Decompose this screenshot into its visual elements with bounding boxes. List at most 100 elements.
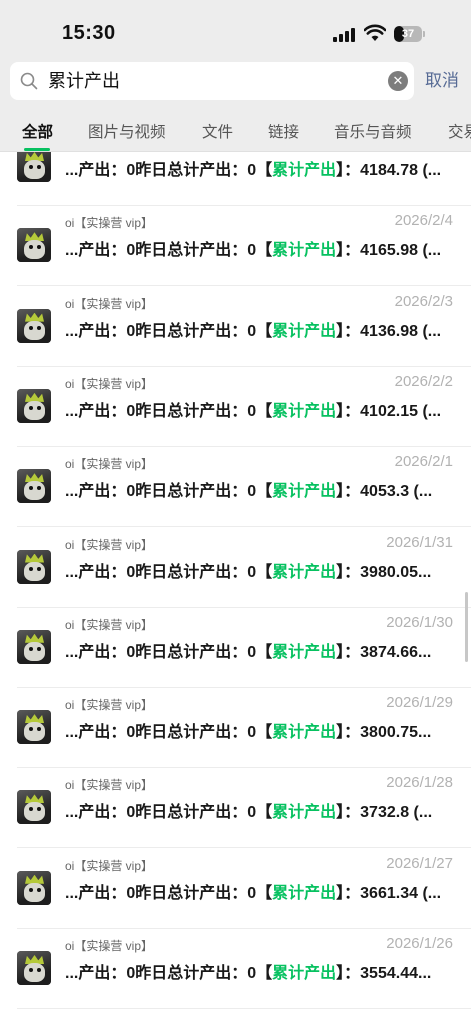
message-date: 2026/1/29 — [386, 694, 453, 712]
wifi-icon — [364, 24, 386, 41]
sender-name: oi【实操营 vip】 — [65, 858, 154, 873]
result-row[interactable]: oi【实操营 vip】 2026/2/1 ...产出：0昨日总计产出：0【累计产出】… — [0, 447, 471, 528]
snippet-prefix: ...产出：0昨日总计产出：0【 — [65, 402, 273, 420]
keyword-highlight: 累计产出 — [272, 322, 337, 340]
snippet-prefix: ...产出：0昨日总计产出：0【 — [65, 563, 273, 581]
result-row[interactable]: oi【实操营 vip】 2026/1/30 ...产出：0昨日总计产出：0【累计产出… — [0, 608, 471, 688]
keyword-highlight: 累计产出 — [272, 804, 337, 822]
message-date: 2026/1/26 — [386, 935, 453, 952]
message-date: 2026/1/31 — [386, 533, 453, 551]
message-snippet: ...产出：0昨日总计产出：0【累计产出】：3980.05... — [65, 558, 457, 582]
sender-name: oi【实操营 vip】 — [65, 617, 154, 632]
result-row[interactable]: oi【实操营 vip】 2026/2/2 ...产出：0昨日总计产出：0【累计产出】… — [0, 367, 471, 447]
snippet-prefix: ...产出：0昨日总计产出：0【 — [65, 483, 273, 501]
avatar[interactable] — [17, 388, 51, 423]
avatar[interactable] — [17, 710, 51, 745]
result-row[interactable]: oi【实操营 vip】 2026/1/27 ...产出：0昨日总计产出：0【累计产出… — [0, 849, 471, 929]
sender-name: oi【实操营 vip】 — [65, 778, 154, 793]
snippet-suffix: 】：4102.15 (... — [336, 402, 442, 420]
avatar[interactable] — [17, 308, 51, 343]
snippet-prefix: ...产出：0昨日总计产出：0【 — [65, 162, 273, 179]
snippet-suffix: 】：3554.44... — [336, 965, 432, 982]
tab-all[interactable]: 全部 — [22, 120, 53, 142]
divider — [17, 1008, 471, 1009]
snippet-suffix: 】：3732.8 (... — [336, 804, 433, 822]
status-bar: 15:30 37 — [0, 0, 471, 56]
avatar[interactable] — [17, 549, 51, 584]
message-date: 2026/2/1 — [394, 453, 453, 471]
scrollbar[interactable] — [465, 592, 468, 662]
snippet-suffix: 】：4136.98 (... — [336, 322, 442, 340]
snippet-suffix: 】：3661.34 (... — [336, 884, 442, 902]
tab-images-videos[interactable]: 图片与视频 — [88, 120, 166, 142]
search-input[interactable] — [48, 62, 378, 100]
sender-name: oi【实操营 vip】 — [65, 376, 154, 391]
status-time: 15:30 — [62, 22, 116, 44]
avatar[interactable] — [17, 629, 51, 664]
snippet-prefix: ...产出：0昨日总计产出：0【 — [65, 965, 273, 982]
sender-name: oi【实操营 vip】 — [65, 537, 154, 552]
message-snippet: ...产出：0昨日总计产出：0【累计产出】：3732.8 (... — [65, 798, 457, 822]
snippet-suffix: 】：4053.3 (... — [336, 483, 433, 501]
avatar[interactable] — [17, 228, 51, 263]
sender-name: oi【实操营 vip】 — [65, 216, 154, 231]
result-row[interactable]: oi【实操营 vip】 2026/2/3 ...产出：0昨日总计产出：0【累计产出】… — [0, 287, 471, 367]
message-date: 2026/2/3 — [394, 292, 453, 310]
message-date: 2026/2/4 — [394, 212, 453, 230]
result-row[interactable]: oi【实操营 vip】 2026/1/26 ...产出：0昨日总计产出：0【累计产出… — [0, 929, 471, 1009]
battery-icon: 37 — [394, 26, 426, 42]
avatar[interactable] — [17, 951, 51, 985]
cancel-button[interactable]: 取消 — [425, 62, 459, 100]
message-date: 2026/1/30 — [386, 613, 453, 631]
search-icon — [20, 72, 38, 90]
signal-icon — [333, 27, 357, 42]
tab-transactions[interactable]: 交易 — [448, 120, 471, 142]
snippet-suffix: 】：4184.78 (... — [336, 162, 442, 179]
message-date: 2026/1/28 — [386, 774, 453, 792]
message-snippet: ...产出：0昨日总计产出：0【累计产出】：3800.75... — [65, 718, 457, 742]
message-snippet: ...产出：0昨日总计产出：0【累计产出】：4184.78 (... — [65, 156, 457, 180]
keyword-highlight: 累计产出 — [272, 724, 337, 742]
keyword-highlight: 累计产出 — [272, 643, 337, 661]
result-row[interactable]: oi【实操营 vip】 2026/2/4 ...产出：0昨日总计产出：0【累计产出】… — [0, 206, 471, 287]
keyword-highlight: 累计产出 — [272, 402, 337, 420]
tab-files[interactable]: 文件 — [202, 120, 233, 142]
snippet-suffix: 】：4165.98 (... — [336, 242, 442, 260]
snippet-prefix: ...产出：0昨日总计产出：0【 — [65, 322, 273, 340]
search-results[interactable]: oi【实操营 vip】2026/2/5...产出：0昨日总计产出：0【累计产出】… — [0, 152, 471, 1024]
keyword-highlight: 累计产出 — [272, 965, 337, 982]
avatar[interactable] — [17, 790, 51, 825]
clear-icon[interactable]: ✕ — [388, 71, 408, 91]
avatar[interactable] — [17, 469, 51, 504]
sender-name: oi【实操营 vip】 — [65, 698, 154, 713]
keyword-highlight: 累计产出 — [272, 162, 337, 179]
snippet-prefix: ...产出：0昨日总计产出：0【 — [65, 242, 273, 260]
tab-links[interactable]: 链接 — [268, 120, 299, 142]
message-snippet: ...产出：0昨日总计产出：0【累计产出】：4053.3 (... — [65, 477, 457, 501]
message-snippet: ...产出：0昨日总计产出：0【累计产出】：4165.98 (... — [65, 236, 457, 260]
search-box[interactable]: ✕ — [10, 62, 414, 100]
battery-level: 37 — [401, 28, 415, 40]
filter-tabs: 全部 图片与视频 文件 链接 音乐与音频 交易 — [0, 108, 471, 152]
result-row[interactable]: oi【实操营 vip】2026/2/5...产出：0昨日总计产出：0【累计产出】… — [0, 152, 471, 206]
snippet-prefix: ...产出：0昨日总计产出：0【 — [65, 643, 273, 661]
snippet-prefix: ...产出：0昨日总计产出：0【 — [65, 884, 273, 902]
keyword-highlight: 累计产出 — [272, 563, 337, 581]
result-row[interactable]: oi【实操营 vip】 2026/1/31 ...产出：0昨日总计产出：0【累计产出… — [0, 528, 471, 608]
snippet-prefix: ...产出：0昨日总计产出：0【 — [65, 724, 273, 742]
sender-name: oi【实操营 vip】 — [65, 457, 154, 472]
sender-name: oi【实操营 vip】 — [65, 296, 154, 311]
avatar[interactable] — [17, 870, 51, 905]
sender-name: oi【实操营 vip】 — [65, 939, 154, 953]
keyword-highlight: 累计产出 — [272, 483, 337, 501]
message-date: 2026/2/2 — [394, 372, 453, 390]
tab-underline — [24, 148, 50, 151]
tab-music-audio[interactable]: 音乐与音频 — [334, 120, 412, 142]
message-snippet: ...产出：0昨日总计产出：0【累计产出】：3661.34 (... — [65, 879, 457, 903]
message-snippet: ...产出：0昨日总计产出：0【累计产出】：4102.15 (... — [65, 397, 457, 421]
avatar[interactable] — [17, 152, 51, 182]
message-snippet: ...产出：0昨日总计产出：0【累计产出】：3554.44... — [65, 959, 457, 983]
result-row[interactable]: oi【实操营 vip】 2026/1/29 ...产出：0昨日总计产出：0【累计产出… — [0, 688, 471, 769]
result-row[interactable]: oi【实操营 vip】 2026/1/28 ...产出：0昨日总计产出：0【累计产出… — [0, 768, 471, 849]
snippet-suffix: 】：3874.66... — [336, 643, 432, 661]
